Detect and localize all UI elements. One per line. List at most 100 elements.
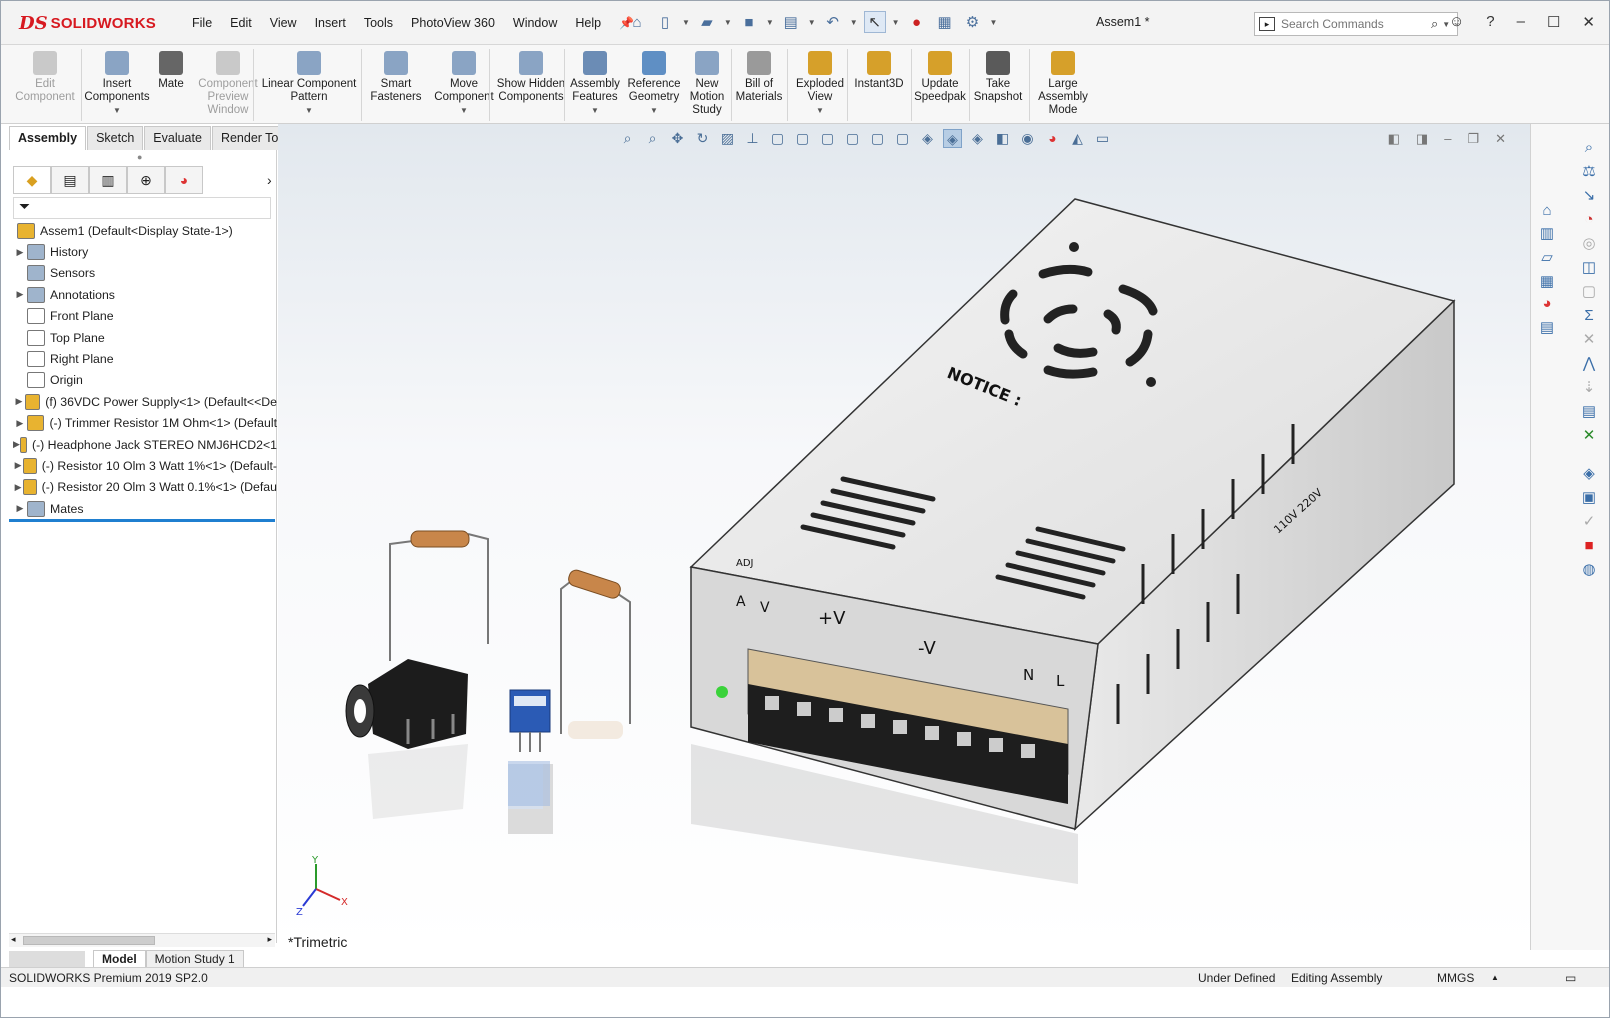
menu-item-view[interactable]: View [261,16,306,30]
tree-node[interactable]: Top Plane [9,327,277,348]
ribbon-take-snapshot-button[interactable]: Take Snapshot [971,51,1025,104]
tree-node[interactable]: ▶ (f) 36VDC Power Supply<1> (Default<<De [9,391,277,412]
solidworks-resources-icon[interactable]: ⌂ [1537,201,1557,221]
ribbon-edit-component-button[interactable]: Edit Component [11,51,79,104]
tree-node[interactable]: Origin [9,370,277,391]
ribbon-new-motion-study-button[interactable]: New Motion Study [685,51,729,117]
chevron-down-icon[interactable]: ▼ [460,104,468,117]
performance-icon[interactable]: ◔ [1579,210,1599,230]
featuremanager-tree-icon[interactable]: ◆ [13,166,51,194]
panel-splitter-handle[interactable]: ● [137,152,142,162]
ribbon-smart-fasteners-button[interactable]: Smart Fasteners [366,51,426,104]
sustainability-icon[interactable]: ◍ [1579,560,1599,580]
expand-arrow-icon[interactable]: ▶ [13,396,25,407]
ribbon-bill-of-materials-button[interactable]: Bill of Materials [731,51,787,104]
tree-rollback-bar[interactable] [9,519,275,522]
expand-arrow-icon[interactable]: ▶ [13,460,23,471]
toolbox-icon[interactable]: ◎ [1579,234,1599,254]
chevron-down-icon[interactable]: ▼ [816,104,824,117]
ribbon-move-component-button[interactable]: Move Component ▼ [433,51,495,117]
scroll-left-icon[interactable]: ◂ [11,934,16,945]
tree-node[interactable]: Right Plane [9,348,277,369]
assembly-visualization-icon[interactable]: ⋀ [1579,354,1599,374]
tab-evaluate[interactable]: Evaluate [144,126,211,150]
home-icon[interactable]: ⌂ [626,11,648,33]
display-manager-icon[interactable]: ◕ [165,166,203,194]
design-library-icon[interactable]: ▥ [1537,224,1557,244]
user-icon[interactable]: ☺ [1449,13,1464,31]
tree-node[interactable]: Assem1 (Default<Display State-1>) [9,220,277,241]
menu-item-help[interactable]: Help [566,16,610,30]
ribbon-assembly-features-button[interactable]: Assembly Features ▼ [566,51,624,117]
chevron-down-icon[interactable]: ▼ [808,18,816,27]
close-icon[interactable]: ✕ [1582,13,1595,31]
dimxpert-manager-icon[interactable]: ⊕ [127,166,165,194]
chevron-down-icon[interactable]: ▼ [892,18,900,27]
expand-arrow-icon[interactable]: ▶ [13,482,23,493]
checkmark-icon[interactable]: ✓ [1579,512,1599,532]
power-supply-model[interactable]: NOTICE : +V -V N L A V ADJ 110V 220V [689,198,1456,831]
custom-properties-icon[interactable]: ▤ [1537,318,1557,338]
tab-motion-study[interactable]: Motion Study 1 [145,950,244,968]
solidworks-logo[interactable]: DS SOLIDWORKS [19,8,169,38]
chevron-down-icon[interactable]: ▼ [113,104,121,117]
ribbon-exploded-view-button[interactable]: Exploded View ▼ [791,51,849,117]
simulation-icon[interactable]: ◈ [1579,464,1599,484]
view-palette-icon[interactable]: ▦ [1537,272,1557,292]
unit-system[interactable]: MMGS [1437,971,1474,985]
open-folder-icon[interactable]: ▰ [696,11,718,33]
chevron-down-icon[interactable]: ▼ [305,104,313,117]
file-properties-icon[interactable]: ▦ [934,11,956,33]
resistor-10-ohm-model[interactable] [389,530,489,661]
new-document-icon[interactable]: ▯ [654,11,676,33]
save-icon[interactable]: ■ [738,11,760,33]
propertymanager-icon[interactable]: ▤ [51,166,89,194]
chevron-right-icon[interactable]: › [267,166,272,194]
chevron-down-icon[interactable]: ▼ [766,18,774,27]
interference-check-icon[interactable]: ▢ [1579,282,1599,302]
tree-node[interactable]: ▶ (-) Trimmer Resistor 1M Ohm<1> (Default [9,413,277,434]
trimmer-resistor-model[interactable] [508,689,551,806]
units-up-icon[interactable]: ▲ [1491,973,1499,982]
ribbon-insert-components-button[interactable]: Insert Components ▼ [83,51,151,117]
menu-item-photoview-360[interactable]: PhotoView 360 [402,16,504,30]
expand-arrow-icon[interactable]: ▶ [13,418,27,429]
appearances-scenes-icon[interactable]: ◕ [1537,294,1557,314]
tree-node[interactable]: ▶ History [9,241,277,262]
minimize-icon[interactable]: – [1517,13,1525,31]
tree-node[interactable]: Front Plane [9,306,277,327]
clearance-icon[interactable]: ⇣ [1579,378,1599,398]
search-commands[interactable]: ▸ ⌕ ▼ [1254,12,1458,36]
chevron-down-icon[interactable]: ▼ [724,18,732,27]
scroll-right-icon[interactable]: ▸ [267,934,272,945]
menu-item-tools[interactable]: Tools [355,16,402,30]
tree-node[interactable]: ▶ (-) Resistor 10 Olm 3 Watt 1%<1> (Defau… [9,455,277,476]
expand-arrow-icon[interactable]: ▶ [13,503,27,514]
tab-navigation-arrows[interactable] [9,951,85,967]
notifications-icon[interactable]: ▭ [1565,971,1576,985]
scrollbar-thumb[interactable] [23,936,155,945]
tab-assembly[interactable]: Assembly [9,126,87,150]
chevron-down-icon[interactable]: ▼ [650,104,658,117]
file-explorer-icon[interactable]: ▱ [1537,248,1557,268]
undo-icon[interactable]: ↶ [822,11,844,33]
model-render[interactable]: NOTICE : +V -V N L A V ADJ 110V 220V Y X… [278,124,1530,950]
resistor-20-ohm-model[interactable] [560,568,631,739]
ribbon-show-hidden-components-button[interactable]: Show Hidden Components [491,51,571,104]
options-gear-icon[interactable]: ⚙ [962,11,984,33]
sum-icon[interactable]: Σ [1579,306,1599,326]
tree-node[interactable]: ▶ (-) Resistor 20 Olm 3 Watt 0.1%<1> (Def… [9,477,277,498]
rebuild-traffic-light-icon[interactable]: ● [906,11,928,33]
expand-arrow-icon[interactable]: ▶ [13,247,27,258]
ribbon-mate-button[interactable]: Mate [153,51,189,91]
menu-item-edit[interactable]: Edit [221,16,261,30]
menu-item-window[interactable]: Window [504,16,566,30]
configurationmanager-icon[interactable]: ▥ [89,166,127,194]
ribbon-linear-component-pattern-button[interactable]: Linear Component Pattern ▼ [259,51,359,117]
excel-export-icon[interactable]: ✕ [1579,426,1599,446]
menu-item-insert[interactable]: Insert [306,16,355,30]
chevron-down-icon[interactable]: ▼ [591,104,599,117]
chevron-down-icon[interactable]: ▼ [990,18,998,27]
measure-tool-icon[interactable]: ↘ [1579,186,1599,206]
tree-node[interactable]: ▶ Annotations [9,284,277,305]
